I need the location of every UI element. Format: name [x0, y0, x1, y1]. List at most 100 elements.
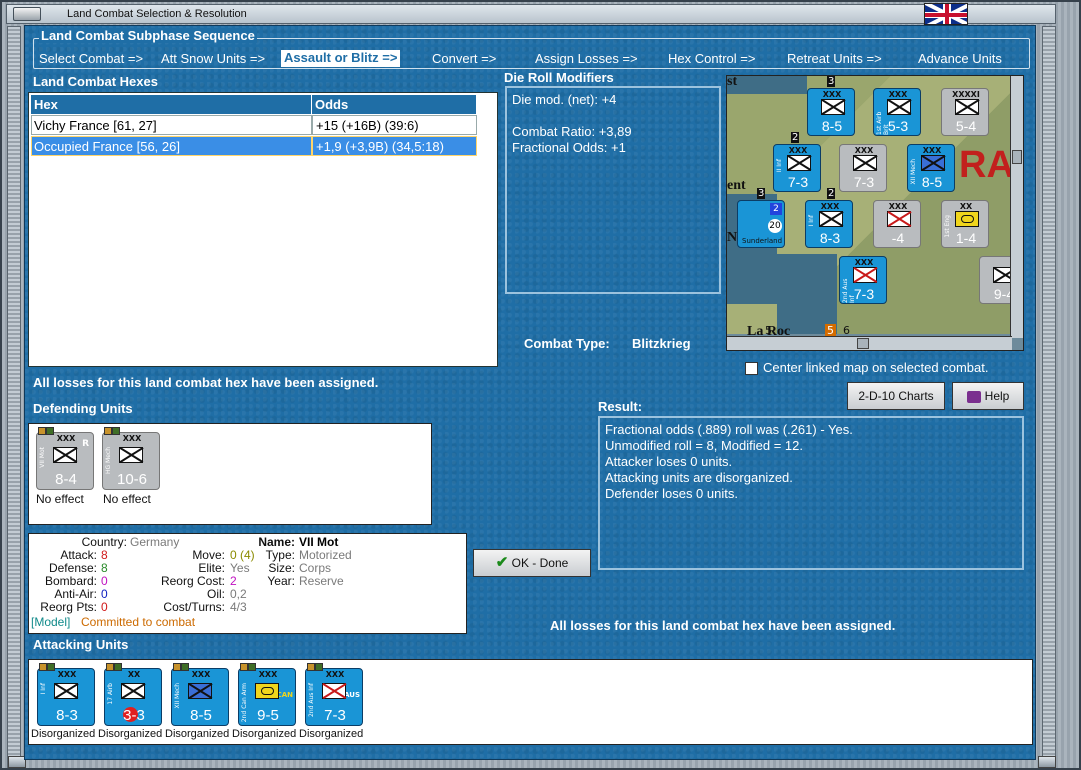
window-title: Land Combat Selection & Resolution [67, 8, 247, 20]
defending-unit[interactable]: XXX HG Mech 10-6 [102, 427, 160, 490]
unit-effect: Disorganized [232, 728, 297, 740]
map-label: N [727, 230, 738, 245]
country-label: Country: [81, 535, 127, 549]
bombard-value: 0 [101, 574, 108, 588]
aircraft-counter[interactable]: Sunderland 20 2 [737, 200, 785, 248]
type-label: Type: [265, 548, 295, 562]
attacking-unit[interactable]: XX 17 Airb 3-3 [104, 663, 162, 726]
map-sea [727, 76, 807, 94]
seq-step-convert[interactable]: Convert => [432, 51, 496, 66]
map-counter[interactable]: XXX I Inf 8-3 [805, 200, 853, 248]
attacking-unit[interactable]: XXX 2nd Can Arm CAN 9-5 [238, 663, 296, 726]
unit-effect: No effect [36, 492, 84, 506]
cost-turns-label: Cost/Turns: [163, 600, 225, 614]
map-counter[interactable]: XXX II Inf 7-3 [773, 144, 821, 192]
map-sea [777, 254, 837, 334]
combat-type-label: Combat Type: [524, 336, 610, 351]
map-counter[interactable]: XXX 8-5 [807, 88, 855, 136]
map-counter[interactable]: XXX 7-3 [839, 144, 887, 192]
map-vertical-scrollbar[interactable] [1010, 76, 1023, 338]
reorgpts-label: Reorg Pts: [40, 600, 97, 614]
map-counter[interactable]: XXX 2nd Aus Inf 7-3 [839, 256, 887, 304]
die-roll-line: Die mod. (net): +4 [512, 92, 617, 107]
defending-unit[interactable]: XXX R VII Mot 8-4 [36, 427, 94, 490]
seq-step-select-combat[interactable]: Select Combat => [39, 51, 143, 66]
seq-step-assault-or-blitz[interactable]: Assault or Blitz => [281, 50, 401, 67]
ok-done-button[interactable]: ✔ OK - Done [473, 549, 591, 577]
map-counter[interactable]: XXXXI 5-4 [941, 88, 989, 136]
year-label: Year: [267, 574, 295, 588]
combat-hexes-table: Hex Odds Vichy France [61, 27] +15 (+16B… [28, 92, 498, 367]
table-row[interactable]: Vichy France [61, 27] +15 (+16B) (39:6) [31, 115, 477, 135]
seq-step-retreat-units[interactable]: Retreat Units => [787, 51, 882, 66]
odds-cell: +1,9 (+3,9B) (34,5:18) [312, 136, 477, 156]
center-map-checkbox[interactable] [745, 362, 758, 375]
name-value: VII Mot [299, 535, 339, 549]
stack-count: 2 [827, 188, 836, 199]
attack-value: 8 [101, 548, 108, 562]
system-menu-button[interactable] [13, 7, 41, 21]
defense-value: 8 [101, 561, 108, 575]
map-label: ent [727, 178, 746, 193]
linked-map[interactable]: st ent N La Roc RAI XXX 8-5 XXX 1st Airb B… [726, 75, 1024, 351]
hex-cell: Occupied France [56, 26] [31, 136, 312, 156]
result-line: Fractional odds (.889) roll was (.261) -… [605, 422, 853, 437]
table-row-selected[interactable]: Occupied France [56, 26] +1,9 (+3,9B) (3… [31, 136, 477, 156]
unit-info-panel: Country: Germany Attack: 8 Defense: 8 Bo… [28, 533, 467, 634]
move-value: 0 (4) [230, 548, 255, 562]
antiair-value: 0 [101, 587, 108, 601]
seq-step-hex-control[interactable]: Hex Control => [668, 51, 755, 66]
hex-cell: Vichy France [61, 27] [31, 115, 312, 135]
map-counter[interactable]: XXX 1st Airb Brit 5-3 [873, 88, 921, 136]
result-box: Fractional odds (.889) roll was (.261) -… [598, 416, 1024, 570]
attacking-unit[interactable]: XXX I Inf 8-3 [37, 663, 95, 726]
die-roll-line: Combat Ratio: +3,89 [512, 124, 632, 139]
map-counter[interactable]: XXX XII Mech 8-5 [907, 144, 955, 192]
seq-step-advance-units[interactable]: Advance Units [918, 51, 1002, 66]
unit-effect: No effect [103, 492, 151, 506]
oil-label: Oil: [207, 587, 225, 601]
result-line: Defender loses 0 units. [605, 486, 738, 501]
commit-status: Committed to combat [81, 615, 196, 629]
reorg-cost-label: Reorg Cost: [160, 574, 225, 588]
die-roll-line: Fractional Odds: +1 [512, 140, 626, 155]
die-roll-title: Die Roll Modifiers [504, 70, 614, 85]
stack-count: 3 [757, 188, 766, 199]
map-vscroll-thumb[interactable] [1012, 150, 1022, 164]
reorgpts-value: 0 [101, 600, 108, 614]
unit-effect: Disorganized [31, 728, 96, 740]
attacking-unit[interactable]: XXX 2nd Aus Inf AUS 7-3 [305, 663, 363, 726]
seq-step-att-snow-units[interactable]: Att Snow Units => [161, 51, 265, 66]
unit-effect: Disorganized [165, 728, 230, 740]
losses-status-bottom: All losses for this land combat hex have… [550, 618, 896, 633]
attacking-units-panel: XXX I Inf 8-3 XX 17 Airb 3-3 XXX XII Mec… [28, 659, 1033, 745]
uk-flag-icon [924, 3, 968, 25]
map-hscroll-thumb[interactable] [857, 338, 869, 349]
attacking-unit[interactable]: XXX XII Mech 8-5 [171, 663, 229, 726]
right-frame-bar [1042, 26, 1056, 768]
map-horizontal-scrollbar[interactable] [727, 336, 1012, 350]
resize-corner-right[interactable] [1038, 756, 1056, 768]
model-link[interactable]: [Model] [31, 615, 70, 629]
col-header-hex[interactable]: Hex [31, 95, 312, 114]
defending-units-panel: XXX R VII Mot 8-4 XXX HG Mech 10-6 No ef… [28, 423, 432, 525]
bombard-label: Bombard: [44, 574, 97, 588]
reorg-cost-value: 2 [230, 574, 237, 588]
defense-label: Defense: [48, 561, 97, 575]
center-map-label: Center linked map on selected combat. [763, 360, 989, 375]
size-value: Corps [299, 561, 332, 575]
left-frame-bar [7, 26, 21, 768]
hexes-title: Land Combat Hexes [33, 74, 158, 89]
charts-button[interactable]: 2-D-10 Charts [847, 382, 945, 410]
col-header-odds[interactable]: Odds [312, 95, 477, 114]
result-line: Attacking units are disorganized. [605, 470, 793, 485]
map-counter-combat[interactable]: XXX -4 [873, 200, 921, 248]
attacking-title: Attacking Units [33, 637, 129, 652]
losses-status-top: All losses for this land combat hex have… [33, 375, 379, 390]
unit-effect: Disorganized [98, 728, 163, 740]
help-button[interactable]: Help [952, 382, 1024, 410]
result-title: Result: [598, 399, 643, 414]
map-counter[interactable]: XX 1st Eng 1-4 [941, 200, 989, 248]
title-bar[interactable]: Land Combat Selection & Resolution [6, 4, 1056, 24]
seq-step-assign-losses[interactable]: Assign Losses => [535, 51, 638, 66]
